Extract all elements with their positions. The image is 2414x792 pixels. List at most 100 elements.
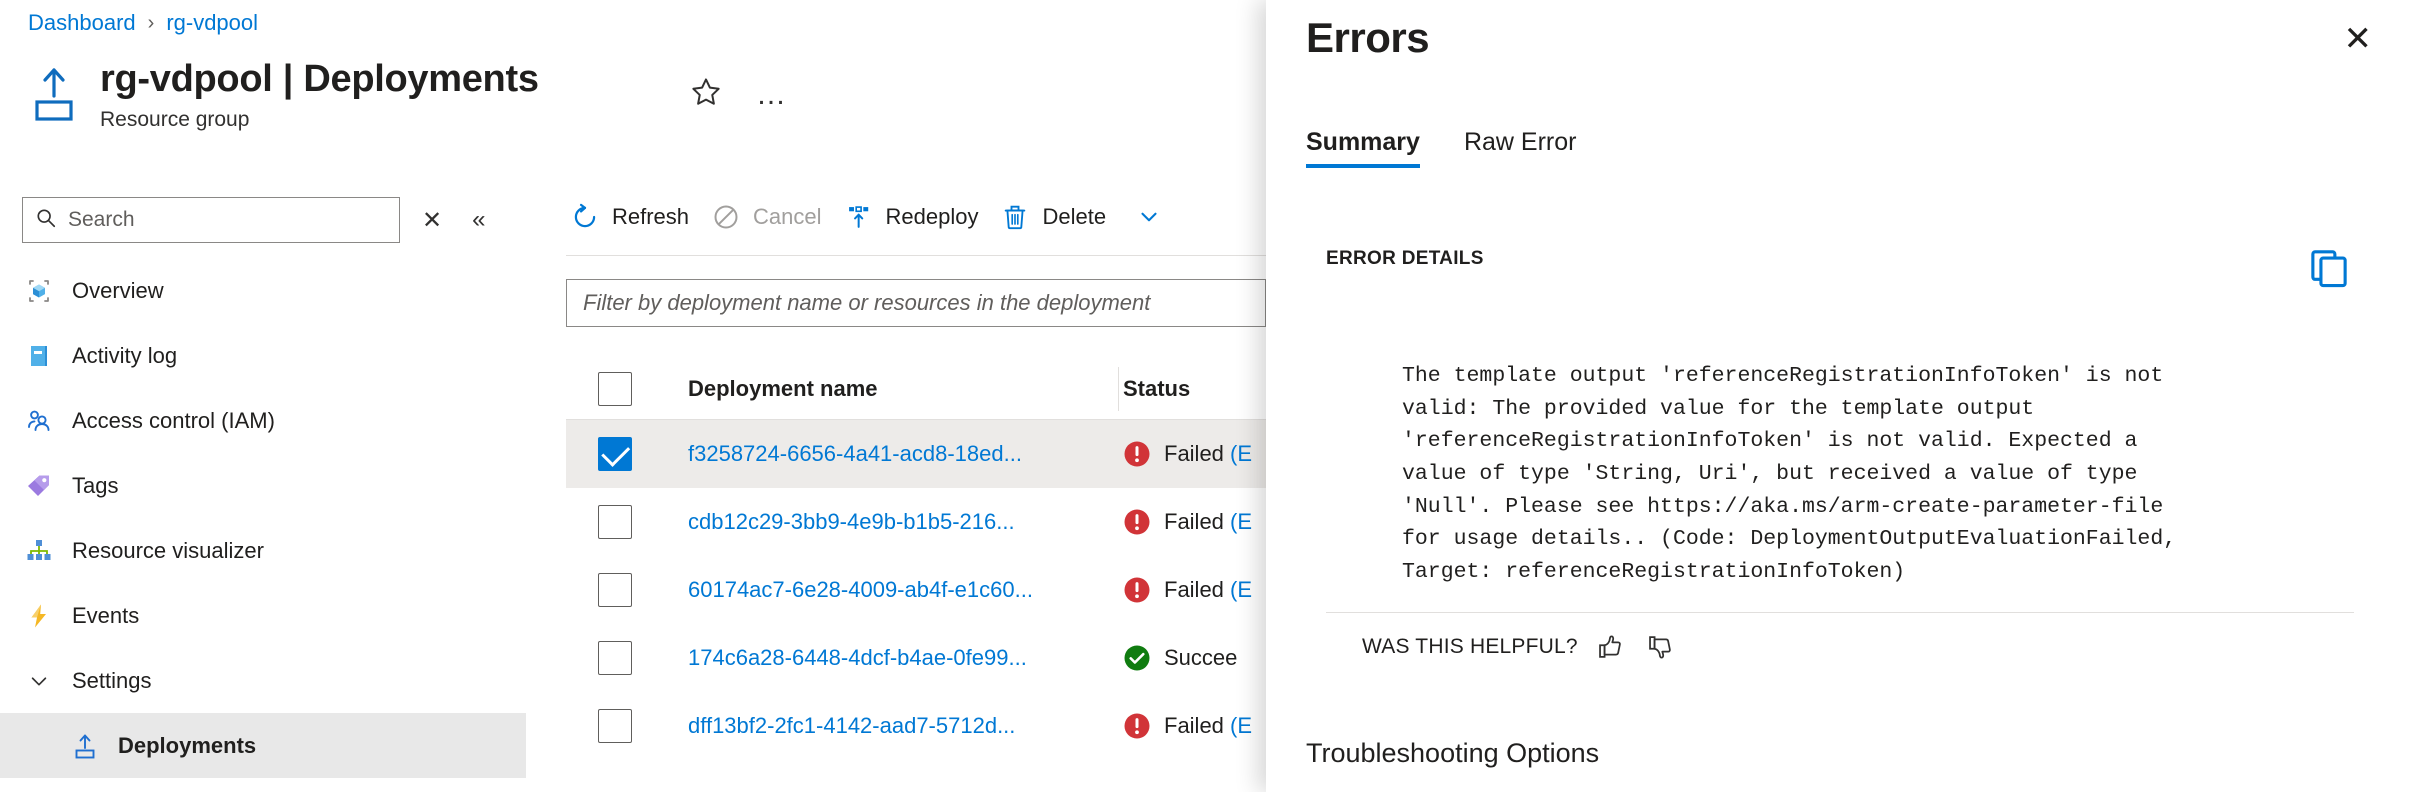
sidebar-item-label: Overview — [72, 277, 164, 303]
search-box[interactable] — [22, 197, 400, 243]
breadcrumb: Dashboard › rg-vdpool — [28, 10, 258, 36]
deployment-name-cell: cdb12c29-3bb9-4e9b-b1b5-216... — [688, 509, 1118, 535]
breadcrumb-item-rg-vdpool[interactable]: rg-vdpool — [166, 10, 258, 36]
deployment-name-cell: dff13bf2-2fc1-4142-aad7-5712d... — [688, 713, 1118, 739]
select-all-cell — [566, 371, 688, 406]
close-icon[interactable]: ✕ — [2344, 22, 2373, 56]
sidebar-item-label: Activity log — [72, 342, 178, 368]
table-header-row: Deployment name Status — [566, 358, 1266, 420]
deployments-icon — [70, 731, 100, 761]
row-checkbox[interactable] — [598, 437, 632, 471]
thumbs-down-icon[interactable] — [1644, 632, 1678, 662]
table-row[interactable]: dff13bf2-2fc1-4142-aad7-5712d... Failed … — [566, 692, 1266, 760]
activity-log-icon — [24, 341, 54, 371]
deployment-name-cell: f3258724-6656-4a41-acd8-18ed... — [688, 441, 1118, 467]
azure-portal-screen: Dashboard › rg-vdpool rg-vdpool | Deploy… — [0, 0, 2414, 792]
row-checkbox[interactable] — [598, 641, 632, 675]
status-label: Failed (E — [1164, 577, 1253, 602]
overview-icon — [24, 276, 54, 306]
deployment-name-link[interactable]: cdb12c29-3bb9-4e9b-b1b5-216... — [688, 509, 1108, 535]
row-checkbox[interactable] — [598, 573, 632, 607]
column-header-status[interactable]: Status — [1119, 376, 1266, 402]
table-row[interactable]: 174c6a28-6448-4dcf-b4ae-0fe99... Succee — [566, 624, 1266, 692]
collapse-sidebar-icon[interactable]: « — [472, 206, 485, 234]
star-icon[interactable] — [690, 76, 722, 113]
was-this-helpful-label: WAS THIS HELPFUL? — [1362, 635, 1578, 658]
sidebar-item-label: Resource visualizer — [72, 537, 264, 563]
error-icon — [1122, 711, 1152, 741]
toolbar-divider — [566, 255, 1266, 256]
flyout-title: Errors — [1306, 14, 1430, 61]
command-toolbar: Refresh Cancel Redeploy Delete — [566, 196, 1164, 238]
deployment-name-link[interactable]: dff13bf2-2fc1-4142-aad7-5712d... — [688, 713, 1108, 739]
status-label: Failed (E — [1164, 509, 1253, 534]
more-commands-chevron-icon[interactable] — [1134, 202, 1164, 232]
close-icon[interactable]: ✕ — [422, 206, 442, 235]
tags-icon — [24, 471, 54, 501]
status-cell: Failed (E — [1118, 711, 1266, 741]
chevron-down-icon — [24, 670, 54, 692]
redeploy-icon — [844, 202, 874, 232]
deployment-name-link[interactable]: 60174ac7-6e28-4009-ab4f-e1c60... — [688, 577, 1108, 603]
search-input[interactable] — [68, 208, 387, 232]
breadcrumb-separator-icon: › — [147, 11, 155, 34]
row-checkbox[interactable] — [598, 505, 632, 539]
page-subtitle: Resource group — [100, 107, 250, 131]
main-content-area: Dashboard › rg-vdpool rg-vdpool | Deploy… — [0, 0, 1266, 792]
deployment-name-link[interactable]: f3258724-6656-4a41-acd8-18ed... — [688, 441, 1108, 467]
search-icon — [35, 207, 57, 234]
sidebar-item-label: Deployments — [118, 732, 257, 758]
sidebar-item-label: Tags — [72, 472, 119, 498]
refresh-button[interactable]: Refresh — [566, 196, 707, 238]
select-all-checkbox[interactable] — [598, 371, 632, 406]
thumbs-up-icon[interactable] — [1594, 632, 1628, 662]
status-cell: Failed (E — [1118, 507, 1266, 537]
sidebar-group-settings[interactable]: Settings — [0, 648, 526, 713]
sidebar-item-label: Events — [72, 602, 140, 628]
sidebar-nav: Overview Activity log Access control (IA… — [0, 258, 526, 778]
access-control-icon — [24, 406, 54, 436]
resource-visualizer-icon — [24, 536, 54, 566]
error-message-text: The template output 'referenceRegistrati… — [1402, 364, 2177, 585]
table-row[interactable]: cdb12c29-3bb9-4e9b-b1b5-216... Failed (E — [566, 488, 1266, 556]
sidebar-item-activity-log[interactable]: Activity log — [0, 323, 526, 388]
sidebar-item-tags[interactable]: Tags — [0, 453, 526, 518]
deployment-name-cell: 60174ac7-6e28-4009-ab4f-e1c60... — [688, 577, 1118, 603]
column-header-deployment-name[interactable]: Deployment name — [688, 376, 1118, 402]
sidebar-item-resource-visualizer[interactable]: Resource visualizer — [0, 518, 526, 583]
flyout-divider — [1326, 612, 2354, 613]
tab-summary[interactable]: Summary — [1306, 128, 1420, 168]
status-cell: Succee — [1118, 643, 1266, 673]
events-icon — [24, 601, 54, 631]
sidebar-item-events[interactable]: Events — [0, 583, 526, 648]
delete-button[interactable]: Delete — [996, 196, 1124, 238]
status-cell: Failed (E — [1118, 439, 1266, 469]
filter-box[interactable] — [566, 279, 1266, 327]
status-label: Failed (E — [1164, 441, 1253, 466]
page-header: rg-vdpool | Deployments Resource group — [28, 58, 539, 132]
sidebar-item-deployments[interactable]: Deployments — [0, 713, 526, 778]
more-options-icon[interactable]: … — [756, 79, 788, 109]
deployment-filter-input[interactable] — [583, 290, 1249, 316]
deployments-table: Deployment name Status f3258724-6656-4a4… — [566, 358, 1266, 760]
sidebar-item-access-control[interactable]: Access control (IAM) — [0, 388, 526, 453]
cancel-label: Cancel — [753, 204, 822, 229]
table-row[interactable]: 60174ac7-6e28-4009-ab4f-e1c60... Failed … — [566, 556, 1266, 624]
redeploy-button[interactable]: Redeploy — [840, 196, 997, 238]
breadcrumb-item-dashboard[interactable]: Dashboard — [28, 10, 136, 36]
deployment-name-link[interactable]: 174c6a28-6448-4dcf-b4ae-0fe99... — [688, 645, 1108, 671]
redeploy-label: Redeploy — [885, 204, 979, 229]
sidebar-item-overview[interactable]: Overview — [0, 258, 526, 323]
table-row[interactable]: f3258724-6656-4a41-acd8-18ed... Failed (… — [566, 420, 1266, 488]
page-header-actions: … — [690, 76, 788, 113]
resource-group-icon — [28, 66, 80, 122]
deployment-name-cell: 174c6a28-6448-4dcf-b4ae-0fe99... — [688, 645, 1118, 671]
tab-raw-error[interactable]: Raw Error — [1464, 128, 1577, 168]
error-icon — [1122, 439, 1152, 469]
cancel-icon — [711, 202, 741, 232]
row-select-cell — [566, 505, 688, 539]
row-checkbox[interactable] — [598, 709, 632, 743]
flyout-tabs: Summary Raw Error — [1306, 128, 1576, 168]
cancel-button: Cancel — [707, 196, 839, 238]
copy-icon[interactable] — [2306, 245, 2352, 291]
